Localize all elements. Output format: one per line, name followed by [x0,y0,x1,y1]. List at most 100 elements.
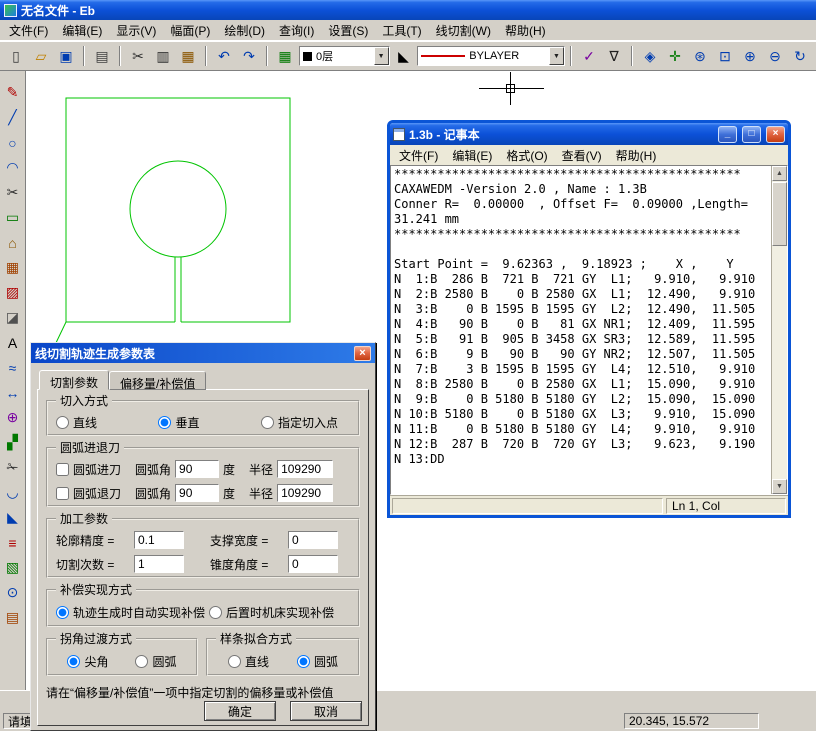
menu-item[interactable]: 格式(O) [499,145,554,166]
scrollbar-thumb[interactable] [772,182,787,246]
menu-item[interactable]: 查看(V) [555,145,609,166]
close-button[interactable]: × [354,345,371,361]
spline-line-radio[interactable] [227,654,241,668]
arc-tool-icon[interactable]: ◠ [2,156,24,179]
redo-icon[interactable]: ↷ [237,45,261,67]
paste-icon[interactable]: ▦ [176,45,200,67]
chevron-down-icon[interactable]: ▼ [549,47,564,65]
menu-item[interactable]: 工具(T) [375,20,428,41]
zoom-dynamic-icon[interactable]: ⊛ [688,45,712,67]
menu-item[interactable]: 文件(F) [392,145,445,166]
arc-out-checkbox[interactable] [56,486,69,500]
chamfer-tool-icon[interactable]: ◣ [2,506,24,529]
menu-item[interactable]: 显示(V) [109,20,163,41]
style-check-icon[interactable]: ✓ [577,45,601,67]
arc-out-option[interactable]: 圆弧退刀 [56,485,121,502]
cutin-line-radio[interactable] [56,415,69,429]
zoom-window-icon[interactable]: ⊡ [713,45,737,67]
zoom-tool-icon[interactable]: ⊙ [2,581,24,604]
trim-tool-icon[interactable]: ✁ [2,456,24,479]
nabla-tool-icon[interactable]: ∇ [602,45,626,67]
corner-arc-option[interactable]: 圆弧 [135,653,177,670]
pan-view-icon[interactable]: ✛ [663,45,687,67]
menu-item[interactable]: 帮助(H) [498,20,553,41]
arc-in-option[interactable]: 圆弧进刀 [56,461,121,478]
copy-icon[interactable]: ▥ [151,45,175,67]
circle-tool-icon[interactable]: ○ [2,131,24,154]
menu-item[interactable]: 帮助(H) [609,145,664,166]
ok-button[interactable]: 确定 [204,701,276,721]
comp-auto-option[interactable]: 轨迹生成时自动实现补偿 [56,604,205,621]
home-view-icon[interactable]: ⌂ [2,231,24,254]
menu-item[interactable]: 线切割(W) [429,20,498,41]
menu-item[interactable]: 绘制(D) [217,20,272,41]
rectangle-tool-icon[interactable]: ▭ [2,206,24,229]
cutin-vertical-option[interactable]: 垂直 [158,414,200,431]
spline-tool-icon[interactable]: ≈ [2,356,24,379]
arc-in-checkbox[interactable] [56,462,69,476]
print-icon[interactable]: ▤ [90,45,114,67]
close-button[interactable]: × [766,125,785,143]
tab-offset-comp[interactable]: 偏移量/补偿值 [109,371,207,391]
block-tool-icon[interactable]: ▦ [2,256,24,279]
comp-post-radio[interactable] [209,605,223,619]
corner-sharp-radio[interactable] [67,654,81,668]
cutin-point-option[interactable]: 指定切入点 [260,414,338,431]
offset-tool-icon[interactable]: ≡ [2,531,24,554]
array-tool-icon[interactable]: ▞ [2,431,24,454]
cut-times-input[interactable] [134,555,184,573]
cutin-line-option[interactable]: 直线 [56,414,97,431]
cancel-button[interactable]: 取消 [290,701,362,721]
node-edit-icon[interactable]: ⊕ [2,406,24,429]
arc-out-angle-input[interactable] [175,484,220,502]
fillet-tool-icon[interactable]: ◡ [2,481,24,504]
cutin-point-radio[interactable] [260,415,274,429]
notepad-text[interactable]: ****************************************… [391,166,771,494]
tab-cut-params[interactable]: 切割参数 [39,370,110,390]
eraser-tool-icon[interactable]: ◪ [2,306,24,329]
sketch-pencil-icon[interactable]: ✎ [2,81,24,104]
scroll-down-icon[interactable]: ▼ [772,479,787,494]
maximize-button[interactable]: □ [742,125,761,143]
contour-precision-input[interactable] [134,531,184,549]
menu-item[interactable]: 幅面(P) [163,20,217,41]
corner-sharp-option[interactable]: 尖角 [67,653,109,670]
hatch-tool-icon[interactable]: ▧ [2,556,24,579]
show-all-icon[interactable]: ◈ [638,45,662,67]
app-titlebar[interactable]: 无名文件 - Eb [0,0,816,20]
scissors-tool-icon[interactable]: ✂ [2,181,24,204]
chevron-down-icon[interactable]: ▼ [373,47,389,65]
scroll-up-icon[interactable]: ▲ [772,166,787,181]
undo-icon[interactable]: ↶ [212,45,236,67]
menu-item[interactable]: 查询(I) [272,20,321,41]
spline-arc-option[interactable]: 圆弧 [296,653,338,670]
comp-post-option[interactable]: 后置时机床实现补偿 [209,604,334,621]
layers-icon[interactable]: ▦ [273,45,297,67]
dialog-titlebar[interactable]: 线切割轨迹生成参数表 × [31,343,375,363]
comp-auto-radio[interactable] [56,605,69,619]
layer-tool-icon[interactable]: ▤ [2,606,24,629]
save-file-icon[interactable]: ▣ [54,45,78,67]
vertical-scrollbar[interactable]: ▲ ▼ [771,166,787,494]
new-file-icon[interactable]: ▯ [4,45,28,67]
text-tool-icon[interactable]: A [2,331,24,354]
spline-arc-radio[interactable] [296,654,310,668]
menu-item[interactable]: 编辑(E) [445,145,499,166]
linestyle-select[interactable]: BYLAYER ▼ [417,46,565,66]
arc-in-radius-input[interactable] [277,460,334,478]
notepad-editor[interactable]: ****************************************… [390,165,788,495]
dimension-tool-icon[interactable]: ↔ [2,381,24,404]
cut-icon[interactable]: ✂ [126,45,150,67]
notepad-titlebar[interactable]: 1.3b - 记事本 _ □ × [390,123,788,145]
color-picker-button[interactable]: ◣ [392,45,416,67]
zoom-in-icon[interactable]: ⊕ [738,45,762,67]
arc-out-radius-input[interactable] [277,484,334,502]
cutin-vertical-radio[interactable] [158,415,172,429]
menu-item[interactable]: 编辑(E) [55,20,109,41]
refresh-view-icon[interactable]: ↻ [788,45,812,67]
taper-angle-input[interactable] [288,555,338,573]
minimize-button[interactable]: _ [718,125,737,143]
support-width-input[interactable] [288,531,338,549]
menu-item[interactable]: 设置(S) [321,20,375,41]
zoom-out-icon[interactable]: ⊖ [763,45,787,67]
